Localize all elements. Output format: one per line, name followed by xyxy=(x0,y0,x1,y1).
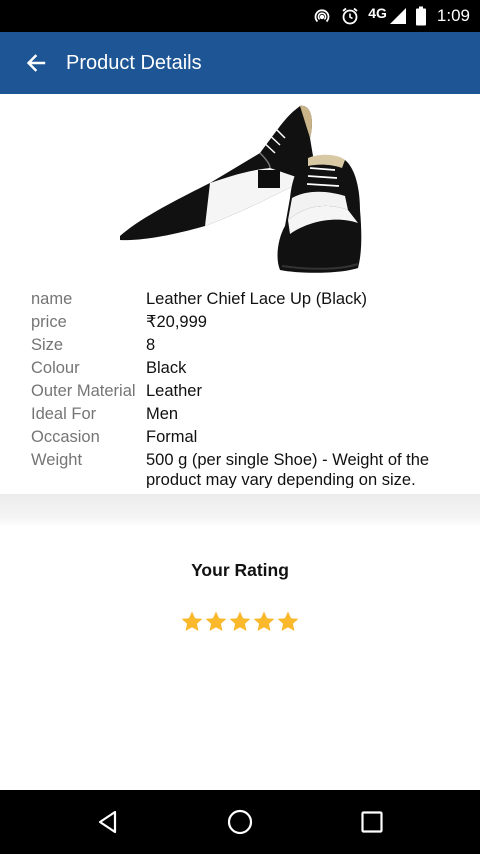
spec-label: name xyxy=(31,290,73,308)
spec-value: 500 g (per single Shoe) - Weight of the … xyxy=(146,451,430,488)
spec-row-name: name Leather Chief Lace Up (Black) xyxy=(0,288,480,311)
status-bar: 4G 1:09 xyxy=(0,0,480,32)
spec-row-size: Size 8 xyxy=(0,334,480,357)
nav-home-button[interactable] xyxy=(216,798,264,846)
network-type-label: 4G xyxy=(368,5,387,21)
square-recents-icon xyxy=(361,811,383,833)
spec-row-outer-material: Outer Material Leather xyxy=(0,380,480,403)
product-image xyxy=(110,98,370,276)
nav-back-button[interactable] xyxy=(84,798,132,846)
star-icon[interactable] xyxy=(204,610,228,634)
spec-value: Black xyxy=(146,359,187,377)
spec-label: Size xyxy=(31,336,64,354)
triangle-back-icon xyxy=(98,810,117,834)
spec-label: Occasion xyxy=(31,428,100,446)
spec-value: Formal xyxy=(146,428,198,446)
alarm-icon xyxy=(340,6,360,26)
spec-row-colour: Colour Black xyxy=(0,357,480,380)
spec-value: 8 xyxy=(146,336,156,354)
spec-value: Men xyxy=(146,405,179,423)
product-specs: name Leather Chief Lace Up (Black) price… xyxy=(0,288,480,488)
app-bar: Product Details xyxy=(0,32,480,94)
spec-row-weight: Weight 500 g (per single Shoe) - Weight … xyxy=(0,449,480,488)
back-button[interactable] xyxy=(17,44,55,82)
spec-label: Weight xyxy=(31,451,83,469)
spec-row-ideal-for: Ideal For Men xyxy=(0,403,480,426)
spec-row-occasion: Occasion Formal xyxy=(0,426,480,449)
spec-label: Outer Material xyxy=(31,382,136,400)
star-icon[interactable] xyxy=(252,610,276,634)
clock-time: 1:09 xyxy=(436,6,470,25)
battery-icon xyxy=(415,6,427,26)
rating-stars[interactable] xyxy=(0,610,480,634)
back-arrow-icon xyxy=(26,54,46,72)
spec-row-price: price ₹20,999 xyxy=(0,311,480,334)
signal-icon xyxy=(389,7,407,25)
spec-label: Ideal For xyxy=(31,405,97,423)
rating-title: Your Rating xyxy=(191,560,289,580)
nav-recents-button[interactable] xyxy=(348,798,396,846)
page-title: Product Details xyxy=(66,51,202,74)
star-icon[interactable] xyxy=(180,610,204,634)
spec-value: Leather Chief Lace Up (Black) xyxy=(146,290,368,308)
star-icon[interactable] xyxy=(228,610,252,634)
star-icon[interactable] xyxy=(276,610,300,634)
navigation-bar xyxy=(0,790,480,854)
spec-label: price xyxy=(31,313,67,331)
section-divider xyxy=(0,494,480,527)
spec-label: Colour xyxy=(31,359,80,377)
spec-value: Leather xyxy=(146,382,202,400)
spec-value: ₹20,999 xyxy=(146,313,207,331)
circle-home-icon xyxy=(227,809,253,835)
hotspot-icon xyxy=(312,6,332,26)
